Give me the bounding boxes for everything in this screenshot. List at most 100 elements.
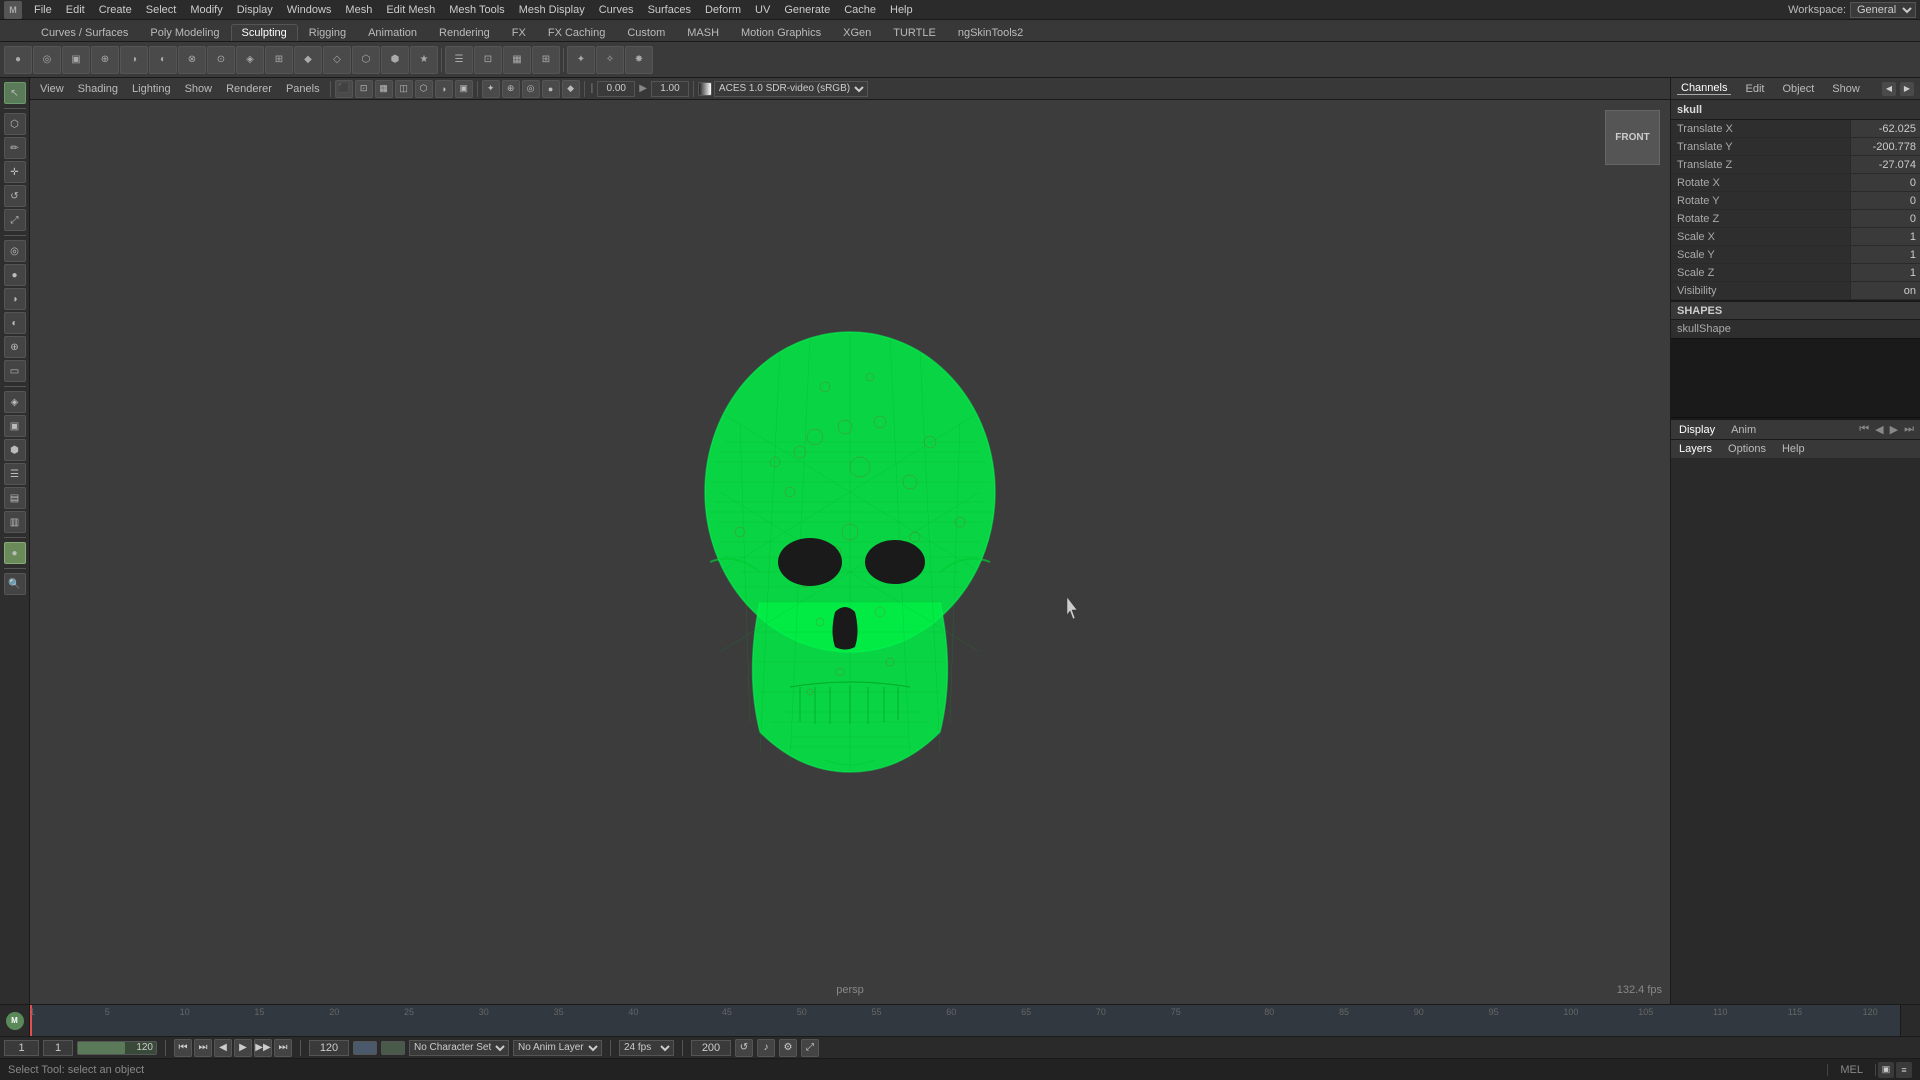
shelf-icon-12[interactable]: ◇ <box>323 46 351 74</box>
vp-menu-panels[interactable]: Panels <box>280 83 326 95</box>
shelf-icon-18[interactable]: ▦ <box>503 46 531 74</box>
shelf-tab-curves-surfaces[interactable]: Curves / Surfaces <box>30 24 139 41</box>
play-button[interactable]: ▶ <box>234 1039 252 1057</box>
anim-layer-selector[interactable] <box>381 1041 405 1055</box>
bt-icon-prev[interactable]: ⏮ <box>1857 423 1871 436</box>
shelf-tab-ngskintools[interactable]: ngSkinTools2 <box>947 24 1034 41</box>
shelf-tab-rigging[interactable]: Rigging <box>298 24 357 41</box>
tool-sculpt[interactable]: ● <box>4 264 26 286</box>
vp-menu-view[interactable]: View <box>34 83 70 95</box>
shelf-icon-3[interactable]: ▣ <box>62 46 90 74</box>
vp-menu-renderer[interactable]: Renderer <box>220 83 278 95</box>
shelf-tab-fx[interactable]: FX <box>501 24 537 41</box>
layers-tab-help[interactable]: Help <box>1778 443 1809 455</box>
shelf-icon-17[interactable]: ⊡ <box>474 46 502 74</box>
vp-icon-shaded[interactable]: ◑ <box>435 80 453 98</box>
vp-icon-points[interactable]: ⬡ <box>415 80 433 98</box>
shelf-icon-16[interactable]: ☰ <box>445 46 473 74</box>
shelf-tab-mash[interactable]: MASH <box>676 24 730 41</box>
shelf-tab-rendering[interactable]: Rendering <box>428 24 501 41</box>
step-back-button[interactable]: ◀ <box>214 1039 232 1057</box>
shelf-icon-15[interactable]: ★ <box>410 46 438 74</box>
shelf-tab-poly-modeling[interactable]: Poly Modeling <box>139 24 230 41</box>
shelf-icon-9[interactable]: ◈ <box>236 46 264 74</box>
cb-icon-1[interactable]: ◀ <box>1882 82 1896 96</box>
tool-paint[interactable]: ✏ <box>4 137 26 159</box>
channel-translate-x[interactable]: Translate X -62.025 <box>1671 120 1920 138</box>
timeline-ruler[interactable]: 1 5 10 15 20 25 30 35 40 45 50 55 60 65 … <box>30 1005 1900 1036</box>
current-frame-field[interactable]: 1 <box>4 1040 39 1056</box>
channel-scale-x[interactable]: Scale X 1 <box>1671 228 1920 246</box>
vp-val-right[interactable] <box>651 81 689 97</box>
channel-scale-z[interactable]: Scale Z 1 <box>1671 264 1920 282</box>
sound-button[interactable]: ♪ <box>757 1039 775 1057</box>
play-first-button[interactable]: ⏮ <box>174 1039 192 1057</box>
tool-show-hide[interactable]: ◈ <box>4 391 26 413</box>
vp-icon-texture[interactable]: ▣ <box>455 80 473 98</box>
menu-mesh[interactable]: Mesh <box>339 0 378 19</box>
channel-translate-y[interactable]: Translate Y -200.778 <box>1671 138 1920 156</box>
range-end-field[interactable] <box>691 1040 731 1056</box>
cb-icon-2[interactable]: ▶ <box>1900 82 1914 96</box>
shelf-icon-20[interactable]: ✦ <box>567 46 595 74</box>
channel-translate-z[interactable]: Translate Z -27.074 <box>1671 156 1920 174</box>
tool-sculpt-active[interactable]: ● <box>4 542 26 564</box>
shelf-icon-7[interactable]: ⊗ <box>178 46 206 74</box>
vp-icon-wireframe[interactable]: ◫ <box>395 80 413 98</box>
menu-curves[interactable]: Curves <box>593 0 640 19</box>
tool-select[interactable]: ↖ <box>4 82 26 104</box>
shelf-icon-11[interactable]: ◆ <box>294 46 322 74</box>
shelf-icon-19[interactable]: ⊞ <box>532 46 560 74</box>
viewport[interactable]: View Shading Lighting Show Renderer Pane… <box>30 78 1670 1004</box>
vp-icon-toggle[interactable]: ⊡ <box>355 80 373 98</box>
play-back-button[interactable]: ⏭ <box>194 1039 212 1057</box>
menu-deform[interactable]: Deform <box>699 0 747 19</box>
tool-display2[interactable]: ⬢ <box>4 439 26 461</box>
shelf-icon-22[interactable]: ✸ <box>625 46 653 74</box>
anim-layer-select[interactable]: No Anim Layer <box>513 1040 602 1056</box>
tool-search[interactable]: 🔍 <box>4 573 26 595</box>
cb-tab-channels[interactable]: Channels <box>1677 82 1731 95</box>
tool-scale[interactable]: ⤢ <box>4 209 26 231</box>
tool-display3[interactable]: ☰ <box>4 463 26 485</box>
cb-tab-show[interactable]: Show <box>1828 83 1864 95</box>
vp-icon-snap4[interactable]: ● <box>542 80 560 98</box>
range-start-field[interactable] <box>309 1040 349 1056</box>
start-frame-field[interactable] <box>43 1040 73 1056</box>
vp-icon-snap2[interactable]: ⊕ <box>502 80 520 98</box>
layers-tab-layers[interactable]: Layers <box>1675 443 1716 455</box>
menu-windows[interactable]: Windows <box>281 0 338 19</box>
status-icon-1[interactable]: ▣ <box>1878 1062 1894 1078</box>
shelf-tab-fx-caching[interactable]: FX Caching <box>537 24 616 41</box>
menu-file[interactable]: File <box>28 0 58 19</box>
shelf-icon-4[interactable]: ⊕ <box>91 46 119 74</box>
shelf-icon-8[interactable]: ⊙ <box>207 46 235 74</box>
channel-rotate-z[interactable]: Rotate Z 0 <box>1671 210 1920 228</box>
shelf-icon-2[interactable]: ◎ <box>33 46 61 74</box>
status-icon-2[interactable]: ≡ <box>1896 1062 1912 1078</box>
tool-flatten[interactable]: ▭ <box>4 360 26 382</box>
menu-cache[interactable]: Cache <box>838 0 882 19</box>
tool-rotate[interactable]: ↺ <box>4 185 26 207</box>
vp-icon-snap5[interactable]: ◆ <box>562 80 580 98</box>
bt-icon-next2[interactable]: ⏭ <box>1902 423 1916 436</box>
workspace-select[interactable]: General <box>1850 2 1916 18</box>
menu-help[interactable]: Help <box>884 0 919 19</box>
channel-rotate-y[interactable]: Rotate Y 0 <box>1671 192 1920 210</box>
channel-scale-y[interactable]: Scale Y 1 <box>1671 246 1920 264</box>
vp-icon-grid[interactable]: ▦ <box>375 80 393 98</box>
shelf-tab-turtle[interactable]: TURTLE <box>882 24 947 41</box>
shapes-item-skullshape[interactable]: skullShape <box>1671 320 1920 338</box>
tool-display5[interactable]: ▥ <box>4 511 26 533</box>
shelf-tab-xgen[interactable]: XGen <box>832 24 882 41</box>
tool-display4[interactable]: ▤ <box>4 487 26 509</box>
tool-soft-mod[interactable]: ◎ <box>4 240 26 262</box>
shelf-icon-1[interactable]: ● <box>4 46 32 74</box>
layers-tab-options[interactable]: Options <box>1724 443 1770 455</box>
vp-menu-lighting[interactable]: Lighting <box>126 83 177 95</box>
tool-grab[interactable]: ◐ <box>4 312 26 334</box>
play-last-button[interactable]: ⏭ <box>274 1039 292 1057</box>
shelf-icon-6[interactable]: ◐ <box>149 46 177 74</box>
shelf-icon-10[interactable]: ⊞ <box>265 46 293 74</box>
menu-surfaces[interactable]: Surfaces <box>642 0 697 19</box>
